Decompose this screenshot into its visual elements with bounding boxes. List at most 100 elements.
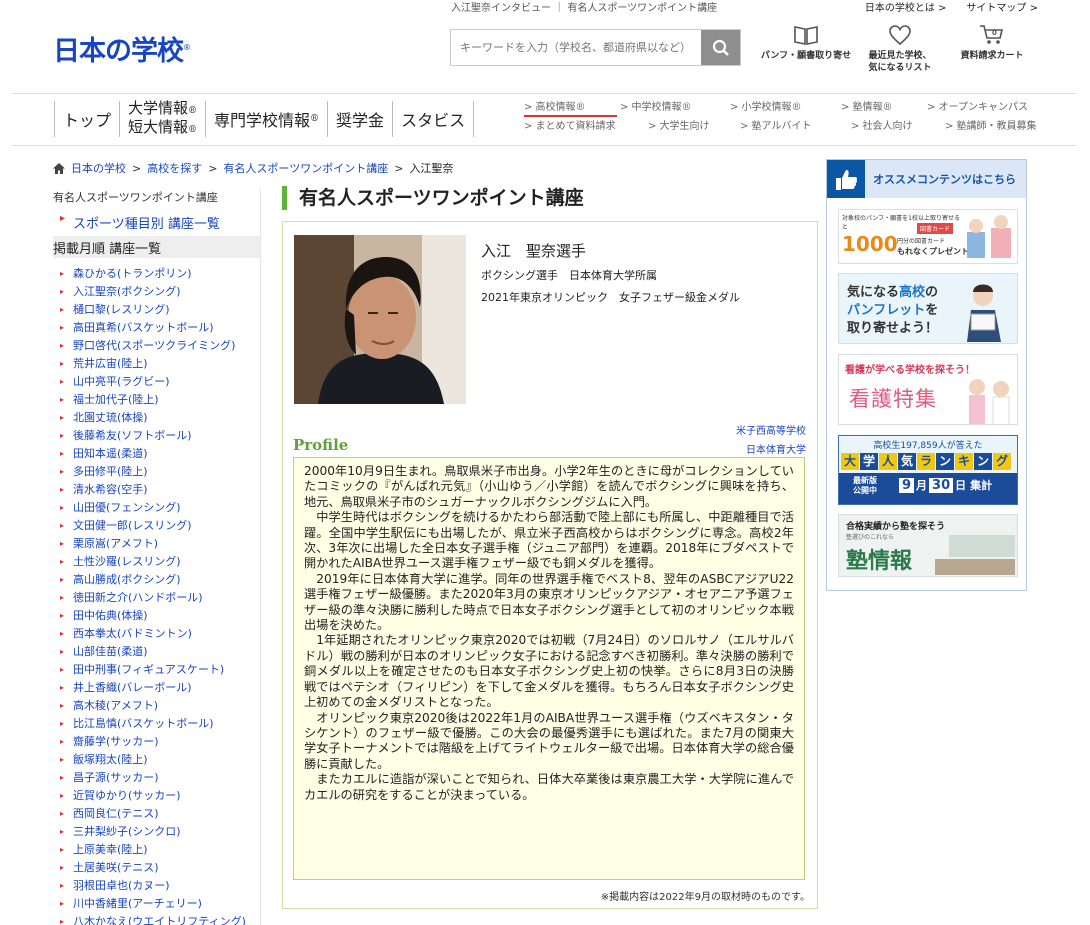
athlete-card: 入江 聖奈選手 ボクシング選手 日本体育大学所属 2021年東京オリンピック 女…: [282, 221, 818, 909]
subnav-koko[interactable]: > 高校情報®: [524, 98, 586, 113]
header-divider: [12, 93, 1076, 94]
athlete-link[interactable]: 文田健一郎(レスリング): [53, 517, 260, 535]
about-link[interactable]: 日本の学校とは >: [865, 0, 947, 14]
athlete-link[interactable]: 山田優(フェンシング): [53, 499, 260, 517]
bio-paragraph: オリンピック東京2020後は2022年1月のAIBA世界ユース選手権（ウズベキス…: [304, 710, 794, 771]
school-link-yonago[interactable]: 米子西高等学校: [736, 422, 806, 441]
athlete-link[interactable]: 西本拳太(バドミントン): [53, 625, 260, 643]
banner-ranking[interactable]: 高校生197,859人が答えた 大 学 人 気 ラ ン キ ン グ 最新版 公開…: [838, 435, 1018, 505]
breadcrumb-current: 入江聖奈: [409, 162, 454, 175]
book-icon: [794, 26, 818, 45]
search-button[interactable]: [701, 30, 740, 65]
athlete-link[interactable]: 後藤希友(ソフトボール): [53, 427, 260, 445]
sitemap-link[interactable]: サイトマップ >: [966, 0, 1038, 14]
athlete-link[interactable]: 羽根田卓也(カヌー): [53, 877, 260, 895]
favorites-link[interactable]: 最近見た学校、 気になるリスト: [859, 24, 941, 74]
site-logo[interactable]: 日本の学校®: [53, 29, 191, 68]
subnav-shakaijin[interactable]: > 社会人向け: [851, 117, 913, 132]
athlete-link[interactable]: 田中刑事(フィギュアスケート): [53, 661, 260, 679]
athlete-link[interactable]: 八木かなえ(ウエイトリフティング): [53, 913, 260, 925]
bio-paragraph: 2000年10月9日生まれ。鳥取県米子市出身。小学2年生のときに母がコレクション…: [304, 464, 794, 509]
nav-shogakukin[interactable]: 奨学金: [327, 101, 392, 137]
subnav-juku[interactable]: > 塾情報®: [841, 98, 893, 113]
nav-divider: [12, 145, 1076, 146]
sidebar-link-by-month[interactable]: 掲載月順 講座一覧: [53, 236, 260, 258]
athlete-link[interactable]: 入江聖奈(ボクシング): [53, 283, 260, 301]
request-cart-link[interactable]: 0 資料請求カート: [941, 24, 1043, 74]
bio-paragraph: またカエルに造詣が深いことで知られ、日体大卒業後は東京農工大学・大学院に進んでカ…: [304, 772, 794, 802]
athlete-link[interactable]: 土居美咲(テニス): [53, 859, 260, 877]
banner-juku[interactable]: 合格実績から塾を探そう 塾選びのこれなら 塾情報: [838, 514, 1018, 577]
athlete-link[interactable]: 川中香緒里(アーチェリー): [53, 895, 260, 913]
athlete-link[interactable]: 井上香織(バレーボール): [53, 679, 260, 697]
athlete-link[interactable]: 福士加代子(陸上): [53, 391, 260, 409]
recommend-header: オススメコンテンツはこちら: [827, 160, 1026, 198]
thumbs-up-icon: [827, 160, 865, 198]
athlete-name: 入江 聖奈選手: [481, 242, 587, 260]
athlete-link[interactable]: 野口啓代(スポーツクライミング): [53, 337, 260, 355]
cart-icon: 0: [980, 25, 1004, 44]
nav-tandai-label: 短大情報®: [128, 118, 198, 136]
athlete-link[interactable]: 飯塚翔太(陸上): [53, 751, 260, 769]
illustration-students: [967, 215, 1011, 258]
athlete-link[interactable]: 西岡良仁(テニス): [53, 805, 260, 823]
search-bar: [450, 29, 741, 66]
recommend-header-text: オススメコンテンツはこちら: [873, 173, 1016, 186]
sub-nav: > 高校情報® > 中学校情報® > 小学校情報® > 塾情報® > オープンキ…: [524, 98, 1054, 136]
athlete-link[interactable]: 田中佑典(体操): [53, 607, 260, 625]
athlete-link[interactable]: 徳田新之介(ハンドボール): [53, 589, 260, 607]
athlete-link[interactable]: 田知本遥(柔道): [53, 445, 260, 463]
nav-top[interactable]: トップ: [54, 101, 119, 137]
subnav-kyoin[interactable]: > 塾講師・教員募集: [945, 117, 1037, 132]
athlete-achievement: 2021年東京オリンピック 女子フェザー級金メダル: [481, 291, 740, 304]
athlete-link[interactable]: 多田修平(陸上): [53, 463, 260, 481]
athlete-link[interactable]: 栗原嵩(アメフト): [53, 535, 260, 553]
athlete-link[interactable]: 北園丈琉(体操): [53, 409, 260, 427]
athlete-link[interactable]: 山部佳苗(柔道): [53, 643, 260, 661]
athlete-link[interactable]: 昌子源(サッカー): [53, 769, 260, 787]
athlete-link[interactable]: 高田真希(バスケットボール): [53, 319, 260, 337]
banner-koko-pamphlet[interactable]: 気になる高校の パンフレットを 取り寄せよう！: [838, 273, 1018, 344]
athlete-photo: [294, 235, 466, 404]
nav-daigaku-label: 大学情報®: [128, 99, 198, 117]
header-icons: パンフ・願書取り寄せ 最近見た学校、 気になるリスト 0 資料請求カート: [753, 24, 1043, 74]
subnav-opencampus[interactable]: > オープンキャンパス: [927, 98, 1028, 113]
breadcrumb-koko[interactable]: 高校を探す: [147, 160, 202, 176]
breadcrumb-home[interactable]: 日本の学校: [71, 160, 126, 176]
athlete-link[interactable]: 清水希容(空手): [53, 481, 260, 499]
bio-paragraph: 2019年に日本体育大学に進学。同年の世界選手権でベスト8、翌年のASBCアジア…: [304, 571, 794, 633]
sidebar-link-by-sport[interactable]: スポーツ種目別 講座一覧: [53, 211, 260, 233]
athlete-link[interactable]: 上原美幸(陸上): [53, 841, 260, 859]
breadcrumb-onepoint[interactable]: 有名人スポーツワンポイント講座: [223, 160, 388, 176]
recommend-panel: オススメコンテンツはこちら 対象校のパンフ・願書を1校以上取り寄せると 図書カー…: [826, 159, 1027, 591]
subnav-daigakusei[interactable]: > 大学生向け: [648, 117, 710, 132]
athlete-link[interactable]: 三井梨紗子(シンクロ): [53, 823, 260, 841]
sidebar-divider: [260, 189, 261, 925]
illustration-nurses: [969, 379, 1010, 424]
athlete-link[interactable]: 森ひかる(トランポリン): [53, 265, 260, 283]
subnav-shogaku[interactable]: > 小学校情報®: [730, 98, 802, 113]
nav-stabis[interactable]: スタビス: [392, 101, 475, 137]
subnav-chugaku[interactable]: > 中学校情報®: [620, 98, 692, 113]
athlete-link[interactable]: 高山勝成(ボクシング): [53, 571, 260, 589]
athlete-link[interactable]: 高木稜(アメフト): [53, 697, 260, 715]
pamphlet-request-link[interactable]: パンフ・願書取り寄せ: [753, 24, 859, 74]
nav-daigaku[interactable]: 大学情報® 短大情報®: [119, 99, 205, 137]
main-content: 有名人スポーツワンポイント講座 入江 聖奈選手 ボクシング選手 日本体育大学所属…: [282, 186, 818, 909]
athlete-link[interactable]: 齋藤学(サッカー): [53, 733, 260, 751]
logo-text: 日本の学校: [53, 36, 184, 67]
athlete-link[interactable]: 比江島慎(バスケットボール): [53, 715, 260, 733]
athlete-link[interactable]: 土性沙羅(レスリング): [53, 553, 260, 571]
subnav-matome[interactable]: > まとめて資料請求: [524, 117, 616, 132]
athlete-link[interactable]: 荒井広宙(陸上): [53, 355, 260, 373]
athlete-link[interactable]: 樋口黎(レスリング): [53, 301, 260, 319]
subnav-juku-arbeit[interactable]: > 塾アルバイト: [740, 117, 811, 132]
athlete-link[interactable]: 近賀ゆかり(サッカー): [53, 787, 260, 805]
athlete-link[interactable]: 山中亮平(ラグビー): [53, 373, 260, 391]
nav-senmon[interactable]: 専門学校情報 ®: [205, 101, 327, 137]
banner-pamphlet-present[interactable]: 対象校のパンフ・願書を1校以上取り寄せると 図書カード 1000 円分の図書カー…: [838, 209, 1018, 264]
school-links: 米子西高等学校 日本体育大学: [736, 422, 806, 460]
search-input[interactable]: [451, 30, 701, 65]
top-breadcrumb: 入江聖奈インタビュー ｜ 有名人スポーツワンポイント講座: [451, 3, 718, 14]
banner-kango[interactable]: 看護が学べる学校を探そう！ 看護特集: [838, 354, 1018, 425]
